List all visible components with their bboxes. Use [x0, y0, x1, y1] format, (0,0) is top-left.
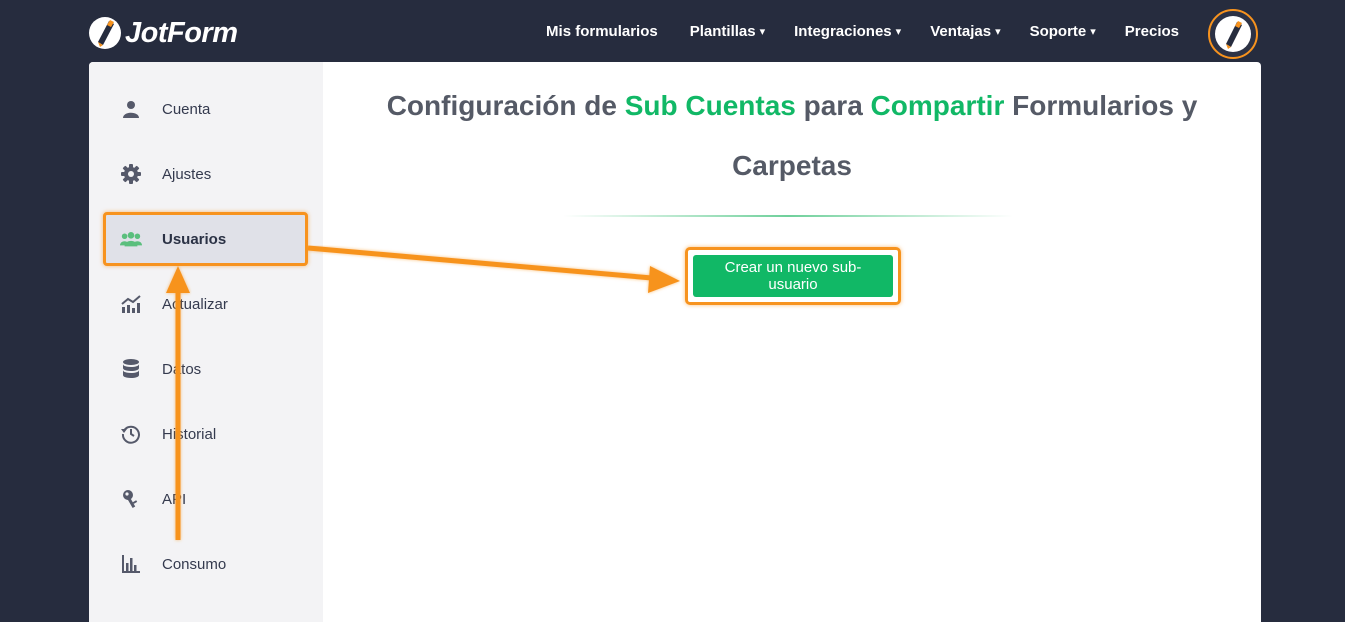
title-text: para: [795, 90, 871, 121]
chevron-down-icon: ▾: [1090, 26, 1096, 38]
nav-plantillas[interactable]: Plantillas ▾: [690, 23, 765, 40]
chevron-down-icon: ▾: [995, 26, 1001, 38]
sidebar-item-cuenta[interactable]: Cuenta: [108, 86, 306, 132]
sidebar-item-api[interactable]: API: [108, 476, 306, 522]
title-text: Configuración de: [386, 90, 625, 121]
nav-ventajas[interactable]: Ventajas ▾: [930, 23, 1000, 40]
settings-card: Cuenta Ajustes Usuarios Actualizar Datos…: [89, 62, 1261, 622]
nav-mis-formularios[interactable]: Mis formularios: [546, 23, 658, 40]
nav-label: Precios: [1124, 23, 1179, 40]
sidebar-item-ajustes[interactable]: Ajustes: [108, 151, 306, 197]
sidebar-item-consumo[interactable]: Consumo: [108, 541, 306, 587]
sidebar-item-historial[interactable]: Historial: [108, 411, 306, 457]
jotform-logo[interactable]: JotForm: [89, 15, 238, 51]
bar-chart-icon: [120, 553, 142, 575]
sidebar-item-label: API: [162, 490, 187, 508]
create-subuser-highlight: Crear un nuevo sub-usuario: [685, 247, 901, 305]
title-highlight-compartir: Compartir: [870, 90, 1005, 121]
jotform-logo-icon: [89, 17, 121, 49]
upgrade-chart-icon: [120, 293, 142, 315]
sidebar-item-label: Actualizar: [162, 295, 228, 313]
page-title: Configuración de Sub Cuentas para Compar…: [353, 76, 1231, 196]
create-subuser-button[interactable]: Crear un nuevo sub-usuario: [693, 255, 893, 297]
sidebar-item-datos[interactable]: Datos: [108, 346, 306, 392]
nav-label: Mis formularios: [546, 23, 658, 40]
title-divider: [563, 215, 1013, 217]
nav-integraciones[interactable]: Integraciones ▾: [794, 23, 901, 40]
main-nav: Mis formularios Plantillas ▾ Integracion…: [546, 23, 1179, 40]
chevron-down-icon: ▾: [759, 26, 766, 38]
main-content: Configuración de Sub Cuentas para Compar…: [323, 62, 1261, 622]
nav-label: Integraciones: [794, 23, 892, 40]
settings-sidebar: Cuenta Ajustes Usuarios Actualizar Datos…: [89, 62, 323, 622]
sidebar-item-label: Datos: [162, 360, 202, 378]
title-highlight-sub-cuentas: Sub Cuentas: [624, 90, 796, 121]
sidebar-item-label: Usuarios: [162, 230, 227, 248]
chevron-down-icon: ▾: [895, 26, 902, 38]
sidebar-item-label: Consumo: [162, 555, 227, 573]
avatar-logo-icon: [1215, 16, 1251, 52]
gear-icon: [120, 163, 142, 185]
key-icon: [120, 488, 142, 510]
sidebar-item-label: Cuenta: [162, 100, 211, 118]
nav-label: Plantillas: [689, 23, 756, 40]
user-avatar[interactable]: [1208, 9, 1258, 59]
history-icon: [120, 423, 142, 445]
sidebar-item-label: Ajustes: [162, 165, 212, 183]
sidebar-item-actualizar[interactable]: Actualizar: [108, 281, 306, 327]
user-icon: [120, 98, 142, 120]
sidebar-item-label: Historial: [162, 425, 217, 443]
nav-label: Ventajas: [930, 23, 992, 40]
database-icon: [120, 358, 142, 380]
sidebar-item-usuarios[interactable]: Usuarios: [103, 212, 308, 266]
top-navigation-bar: JotForm Mis formularios Plantillas ▾ Int…: [0, 0, 1345, 62]
nav-soporte[interactable]: Soporte ▾: [1030, 23, 1096, 40]
jotform-logo-text: JotForm: [125, 16, 238, 49]
nav-precios[interactable]: Precios: [1125, 23, 1179, 40]
nav-label: Soporte: [1029, 23, 1087, 40]
users-icon: [120, 228, 142, 250]
